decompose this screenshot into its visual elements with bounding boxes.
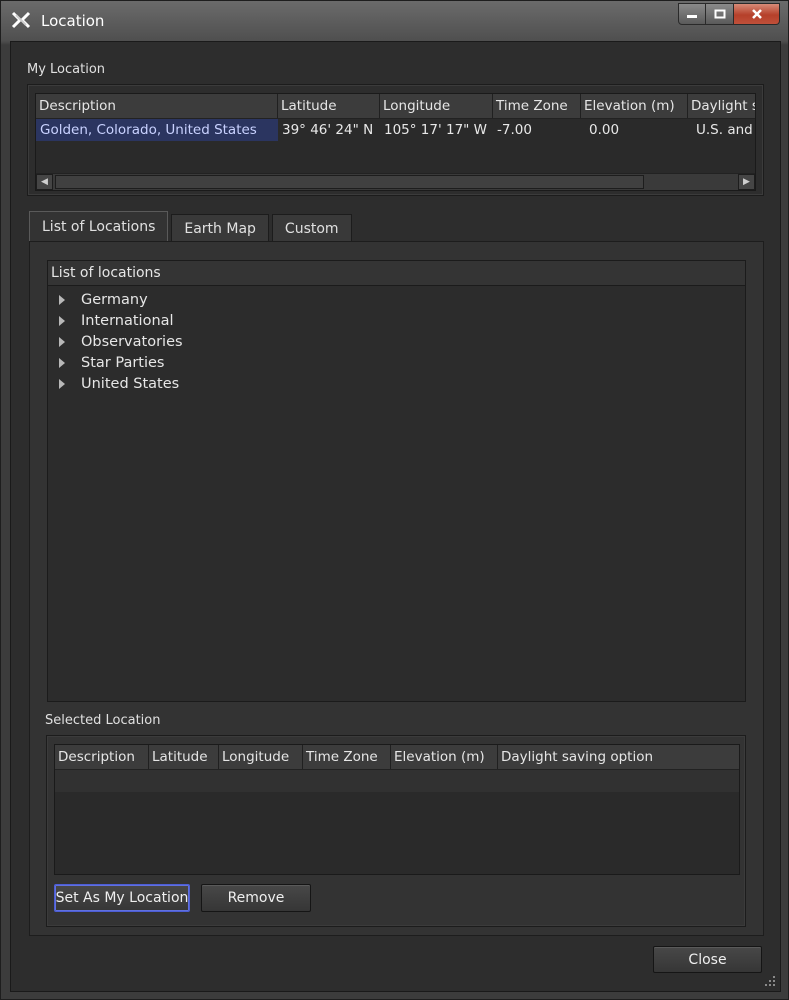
set-as-my-location-label: Set As My Location	[55, 890, 189, 906]
tab-panel-list-of-locations: List of locations Germany International …	[29, 241, 764, 936]
column-header-description[interactable]: Description	[36, 94, 278, 118]
my-location-header: Description Latitude Longitude Time Zone…	[36, 94, 755, 119]
cell-elevation: 0.00	[589, 122, 620, 138]
tree-item-label: Observatories	[81, 334, 183, 350]
tab-list-of-locations[interactable]: List of Locations	[29, 211, 169, 242]
horizontal-scrollbar[interactable]: ◀ ▶	[36, 173, 755, 190]
minimize-button[interactable]	[678, 3, 706, 25]
tree-item-star-parties[interactable]: Star Parties	[48, 353, 745, 374]
column-header-longitude[interactable]: Longitude	[380, 94, 493, 118]
expand-arrow-icon[interactable]	[59, 337, 65, 347]
selected-location-label: Selected Location	[45, 713, 161, 728]
set-as-my-location-button[interactable]: Set As My Location	[54, 884, 190, 912]
expand-arrow-icon[interactable]	[59, 316, 65, 326]
my-location-table[interactable]: Description Latitude Longitude Time Zone…	[35, 93, 756, 191]
scroll-left-arrow-icon[interactable]: ◀	[36, 174, 53, 190]
location-tree[interactable]: List of locations Germany International …	[47, 260, 746, 702]
column-header-daylight[interactable]: Daylight s	[688, 94, 755, 118]
minimize-icon	[687, 15, 697, 18]
selected-location-header: Description Latitude Longitude Time Zone…	[55, 745, 739, 770]
window-title: Location	[41, 12, 105, 30]
cell-longitude: 105° 17' 17" W	[384, 122, 488, 138]
expand-arrow-icon[interactable]	[59, 295, 65, 305]
expand-arrow-icon[interactable]	[59, 379, 65, 389]
my-location-label: My Location	[27, 62, 106, 77]
window-controls	[678, 3, 780, 25]
remove-label: Remove	[227, 890, 285, 906]
title-bar[interactable]: Location	[1, 1, 788, 41]
scroll-right-arrow-icon[interactable]: ▶	[738, 174, 755, 190]
resize-grip-icon[interactable]	[764, 975, 776, 987]
column-header-latitude[interactable]: Latitude	[278, 94, 380, 118]
column-header-elevation[interactable]: Elevation (m)	[581, 94, 688, 118]
tab-earth-map[interactable]: Earth Map	[171, 214, 269, 242]
cell-description: Golden, Colorado, United States	[36, 119, 278, 141]
x-app-icon	[11, 11, 31, 29]
cell-daylight: U.S. and	[696, 122, 753, 138]
remove-button[interactable]: Remove	[201, 884, 311, 912]
close-label: Close	[688, 952, 727, 968]
column-header-time-zone[interactable]: Time Zone	[303, 745, 391, 769]
dialog-body: My Location Description Latitude Longitu…	[10, 41, 781, 992]
scroll-thumb[interactable]	[55, 175, 644, 189]
cell-time-zone: -7.00	[497, 122, 532, 138]
empty-table-row	[55, 770, 739, 792]
column-header-description[interactable]: Description	[55, 745, 149, 769]
column-header-latitude[interactable]: Latitude	[149, 745, 219, 769]
tree-item-label: International	[81, 313, 174, 329]
close-icon	[751, 9, 762, 19]
location-tabs: List of Locations Earth Map Custom	[29, 211, 355, 242]
tree-item-label: United States	[81, 376, 180, 392]
tree-item-label: Star Parties	[81, 355, 165, 371]
expand-arrow-icon[interactable]	[59, 358, 65, 368]
tree-item-label: Germany	[81, 292, 148, 308]
cell-latitude: 39° 46' 24" N	[282, 122, 374, 138]
close-button[interactable]: Close	[653, 946, 762, 973]
location-window: Location My Location Description Latitud…	[0, 0, 789, 1000]
tree-item-observatories[interactable]: Observatories	[48, 332, 745, 353]
tab-custom[interactable]: Custom	[271, 214, 352, 242]
tree-item-international[interactable]: International	[48, 311, 745, 332]
table-row[interactable]: Golden, Colorado, United States 39° 46' …	[36, 119, 755, 141]
close-window-button[interactable]	[734, 3, 780, 25]
column-header-elevation[interactable]: Elevation (m)	[391, 745, 498, 769]
tree-item-germany[interactable]: Germany	[48, 290, 745, 311]
selected-location-table[interactable]: Description Latitude Longitude Time Zone…	[54, 744, 740, 875]
maximize-button[interactable]	[706, 3, 734, 25]
column-header-longitude[interactable]: Longitude	[219, 745, 303, 769]
column-header-time-zone[interactable]: Time Zone	[493, 94, 581, 118]
location-tree-header[interactable]: List of locations	[48, 261, 745, 286]
column-header-daylight-saving[interactable]: Daylight saving option	[498, 745, 739, 769]
tree-item-united-states[interactable]: United States	[48, 374, 745, 395]
maximize-icon	[714, 9, 725, 19]
